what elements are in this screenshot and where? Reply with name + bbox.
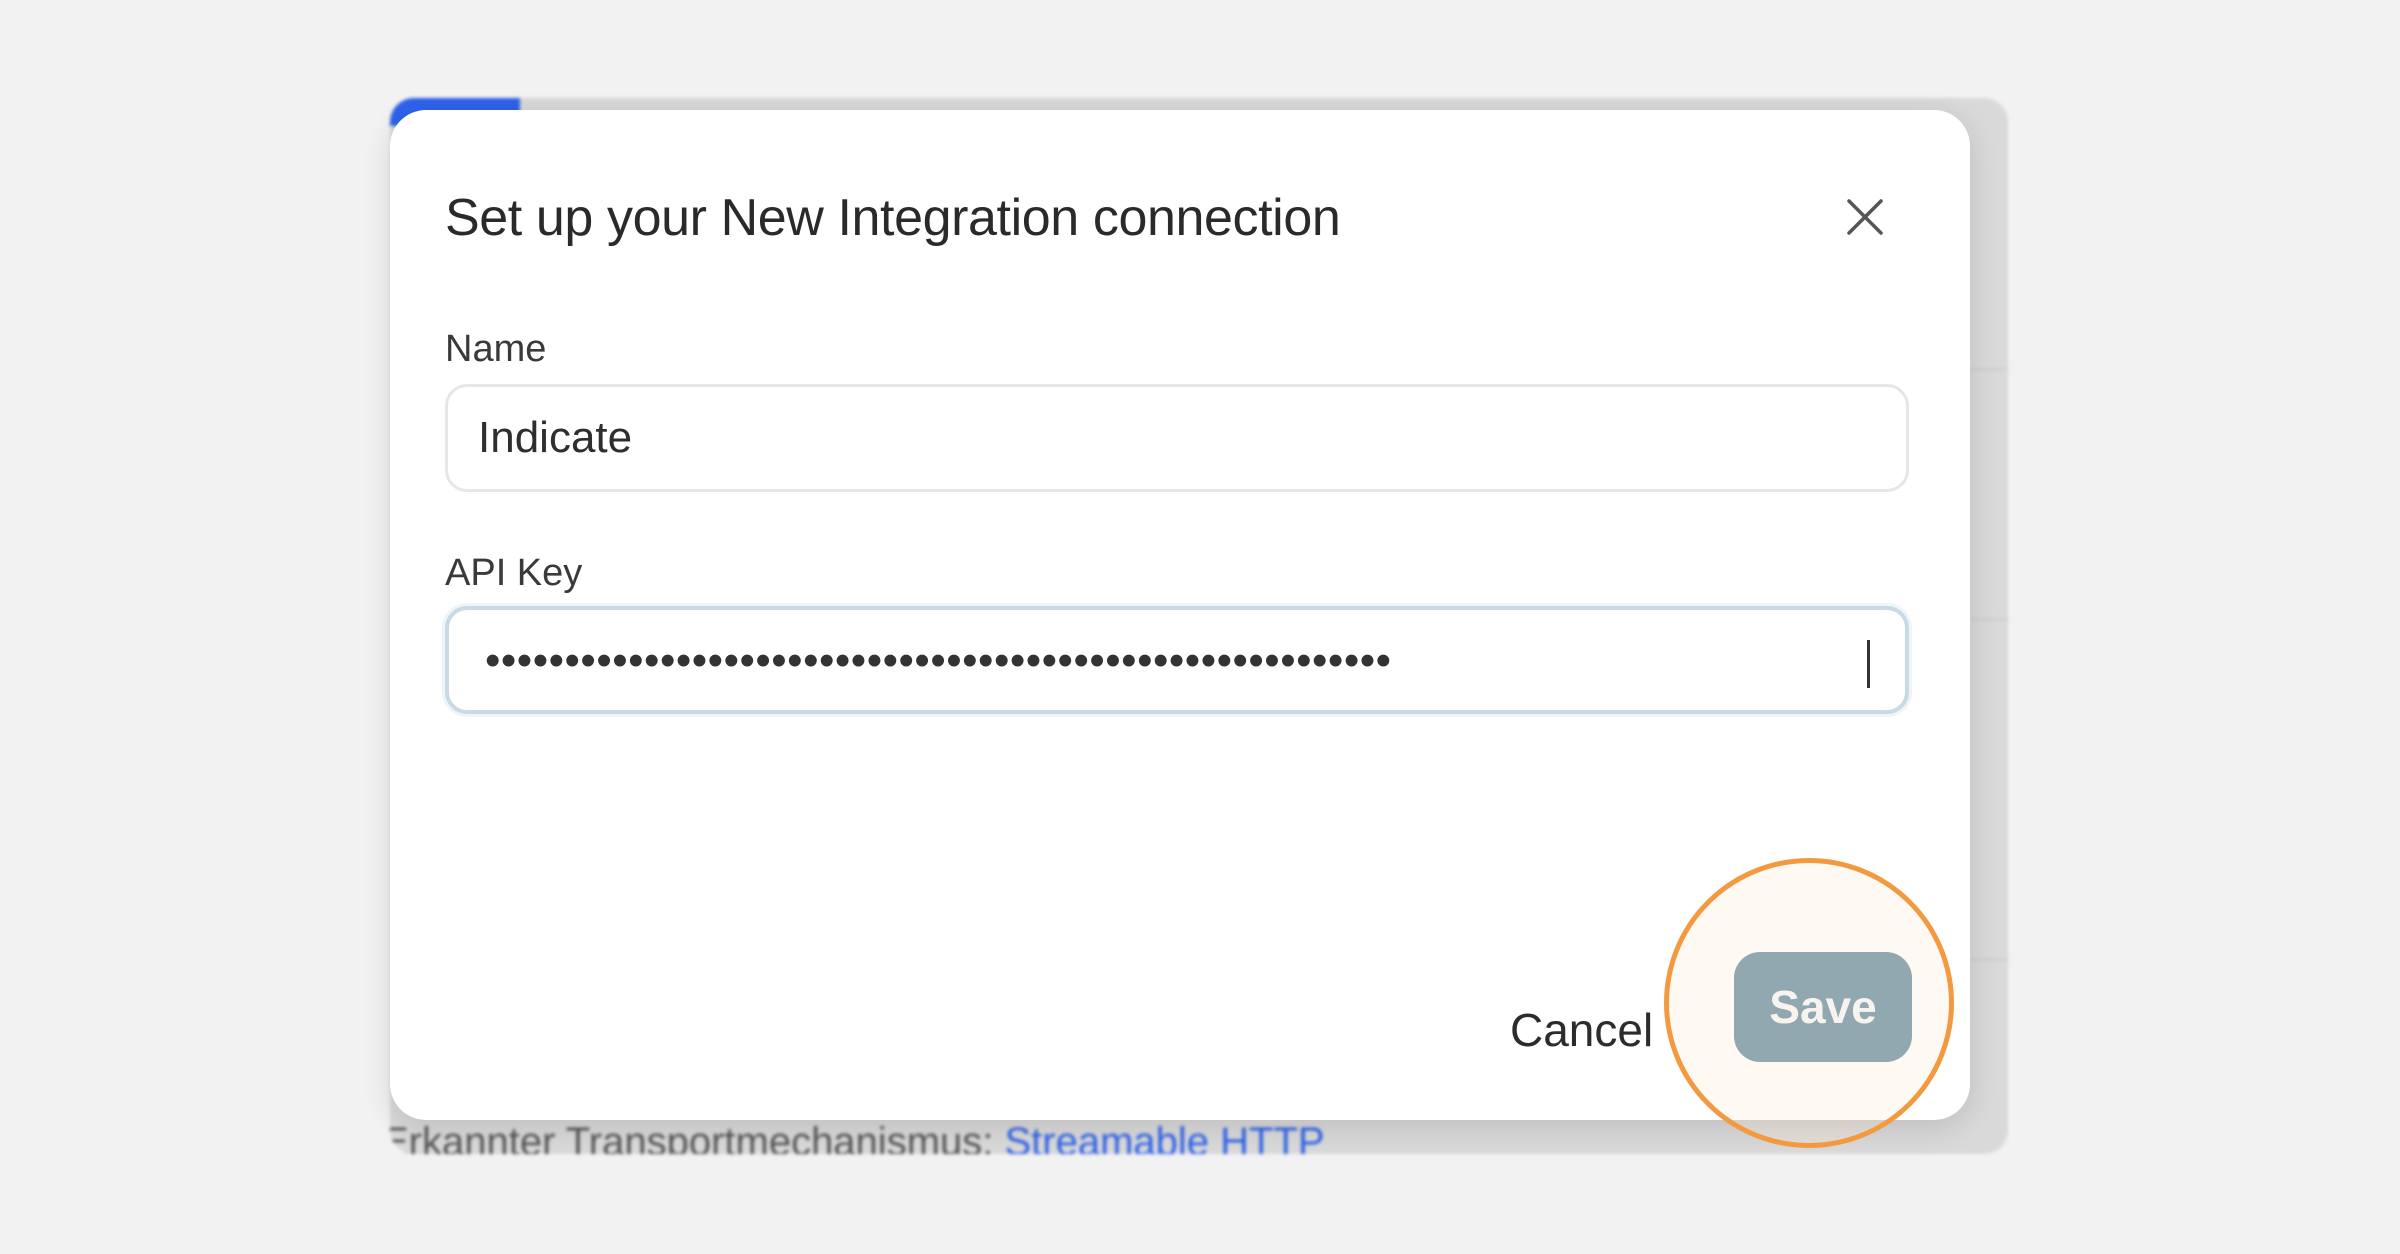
name-input[interactable] bbox=[445, 384, 1909, 492]
text-caret bbox=[1867, 640, 1870, 688]
modal-title: Set up your New Integration connection bbox=[445, 189, 1341, 247]
api-key-label: API Key bbox=[445, 552, 583, 594]
save-button[interactable]: Save bbox=[1734, 952, 1912, 1062]
cancel-button[interactable]: Cancel bbox=[1510, 980, 1653, 1080]
close-icon bbox=[1847, 199, 1883, 235]
background-transport-text: Erkannter Transportmechanismus: Streamab… bbox=[390, 1120, 1325, 1154]
integration-connection-modal: Set up your New Integration connection N… bbox=[390, 110, 1970, 1120]
name-label: Name bbox=[445, 328, 547, 370]
close-button[interactable] bbox=[1830, 182, 1900, 252]
api-key-masked-value: ••••••••••••••••••••••••••••••••••••••••… bbox=[485, 636, 1392, 685]
api-key-input[interactable]: ••••••••••••••••••••••••••••••••••••••••… bbox=[445, 606, 1909, 714]
background-transport-link[interactable]: Streamable HTTP bbox=[1005, 1120, 1325, 1154]
